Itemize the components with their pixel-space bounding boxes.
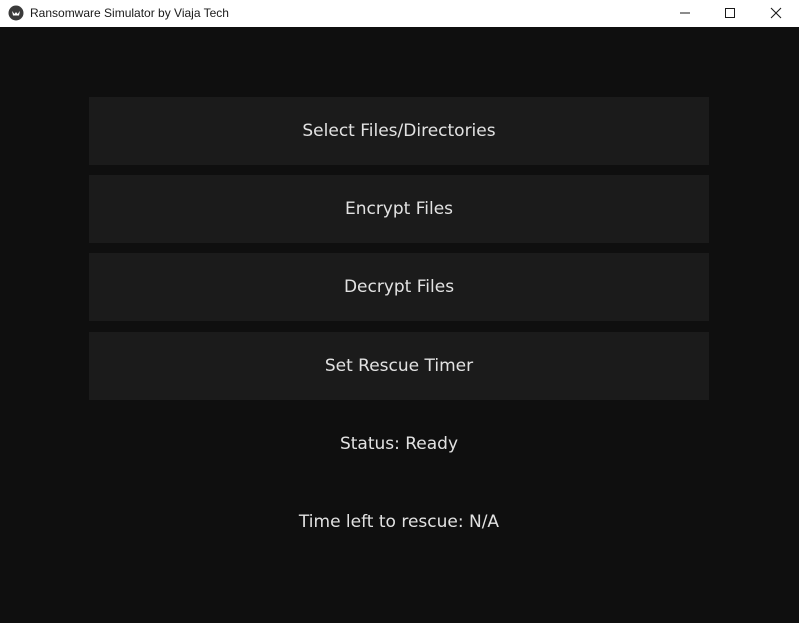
window-title: Ransomware Simulator by Viaja Tech — [30, 6, 229, 20]
title-bar[interactable]: Ransomware Simulator by Viaja Tech — [0, 0, 799, 27]
set-rescue-timer-button[interactable]: Set Rescue Timer — [89, 332, 709, 400]
app-window: Ransomware Simulator by Viaja Tech Selec… — [0, 0, 799, 623]
close-icon — [770, 4, 782, 23]
minimize-button[interactable] — [662, 0, 708, 27]
main-content: Select Files/Directories Encrypt Files D… — [0, 27, 799, 623]
maximize-icon — [724, 4, 736, 23]
status-label: Status: Ready — [339, 434, 459, 454]
minimize-icon — [679, 4, 691, 23]
select-files-button[interactable]: Select Files/Directories — [89, 97, 709, 165]
rescue-time-label: Time left to rescue: N/A — [298, 512, 500, 532]
maximize-button[interactable] — [707, 0, 753, 27]
close-button[interactable] — [753, 0, 799, 27]
kivy-logo-icon — [8, 5, 24, 21]
encrypt-files-button[interactable]: Encrypt Files — [89, 175, 709, 243]
decrypt-files-button[interactable]: Decrypt Files — [89, 253, 709, 321]
